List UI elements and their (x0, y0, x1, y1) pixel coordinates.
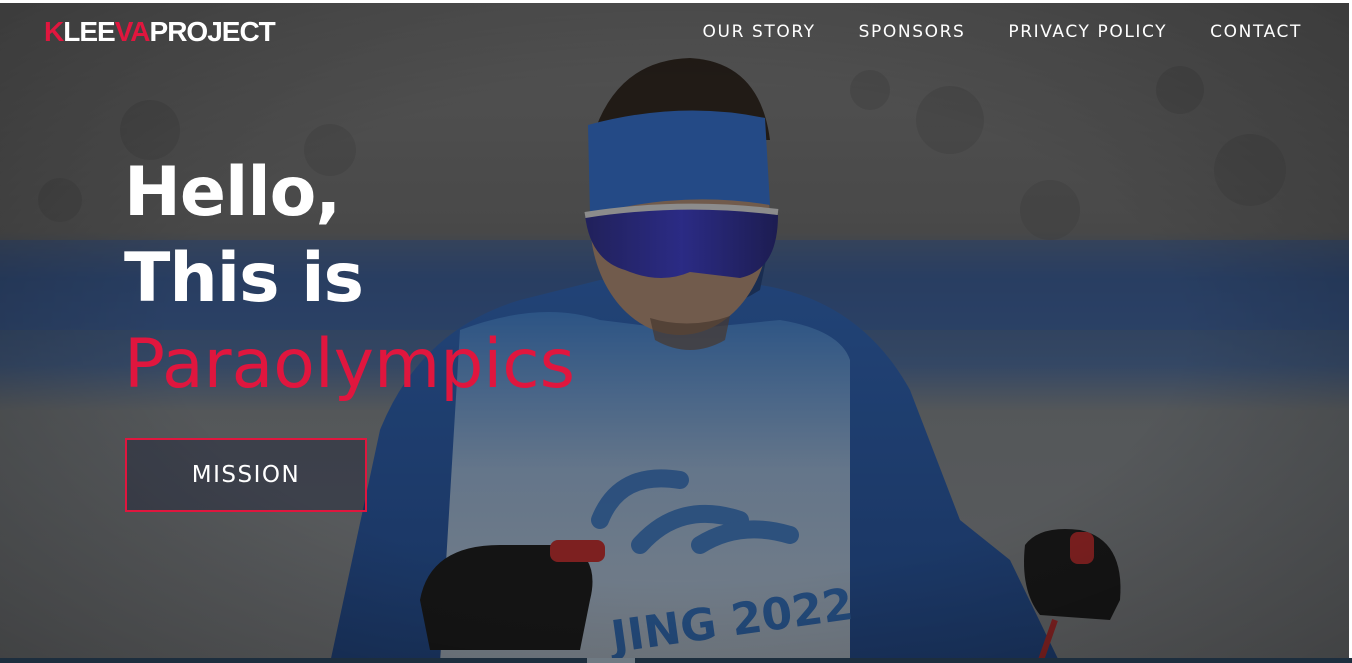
nav-link-sponsors[interactable]: SPONSORS (859, 22, 966, 42)
nav-link-our-story[interactable]: OUR STORY (703, 22, 816, 42)
bottom-scrollbar-track[interactable] (0, 658, 1352, 663)
logo-letter-k: K (44, 16, 64, 47)
nav-link-privacy-policy[interactable]: PRIVACY POLICY (1008, 22, 1167, 42)
bottom-scrollbar-thumb[interactable] (587, 658, 635, 663)
headline-line-this-is: This is (124, 239, 364, 318)
nav-link-contact[interactable]: CONTACT (1210, 22, 1302, 42)
mission-button[interactable]: MISSION (125, 438, 367, 512)
nav-links: OUR STORY SPONSORS PRIVACY POLICY CONTAC… (703, 22, 1302, 42)
hero-headline: Hello, This is Paraolympics (124, 150, 575, 408)
logo-part-lee: LEE (63, 16, 115, 47)
logo-part-va: VA (114, 16, 151, 47)
hero-section: JING 2022 KLEEVAPROJECT OUR STORY SPONSO… (0, 0, 1352, 663)
logo-part-project: PROJECT (149, 16, 276, 47)
headline-line-hello: Hello, (124, 153, 341, 232)
top-nav: KLEEVAPROJECT OUR STORY SPONSORS PRIVACY… (0, 0, 1352, 68)
site-logo[interactable]: KLEEVAPROJECT (44, 16, 276, 48)
headline-line-paraolympics: Paraolympics (124, 325, 576, 404)
